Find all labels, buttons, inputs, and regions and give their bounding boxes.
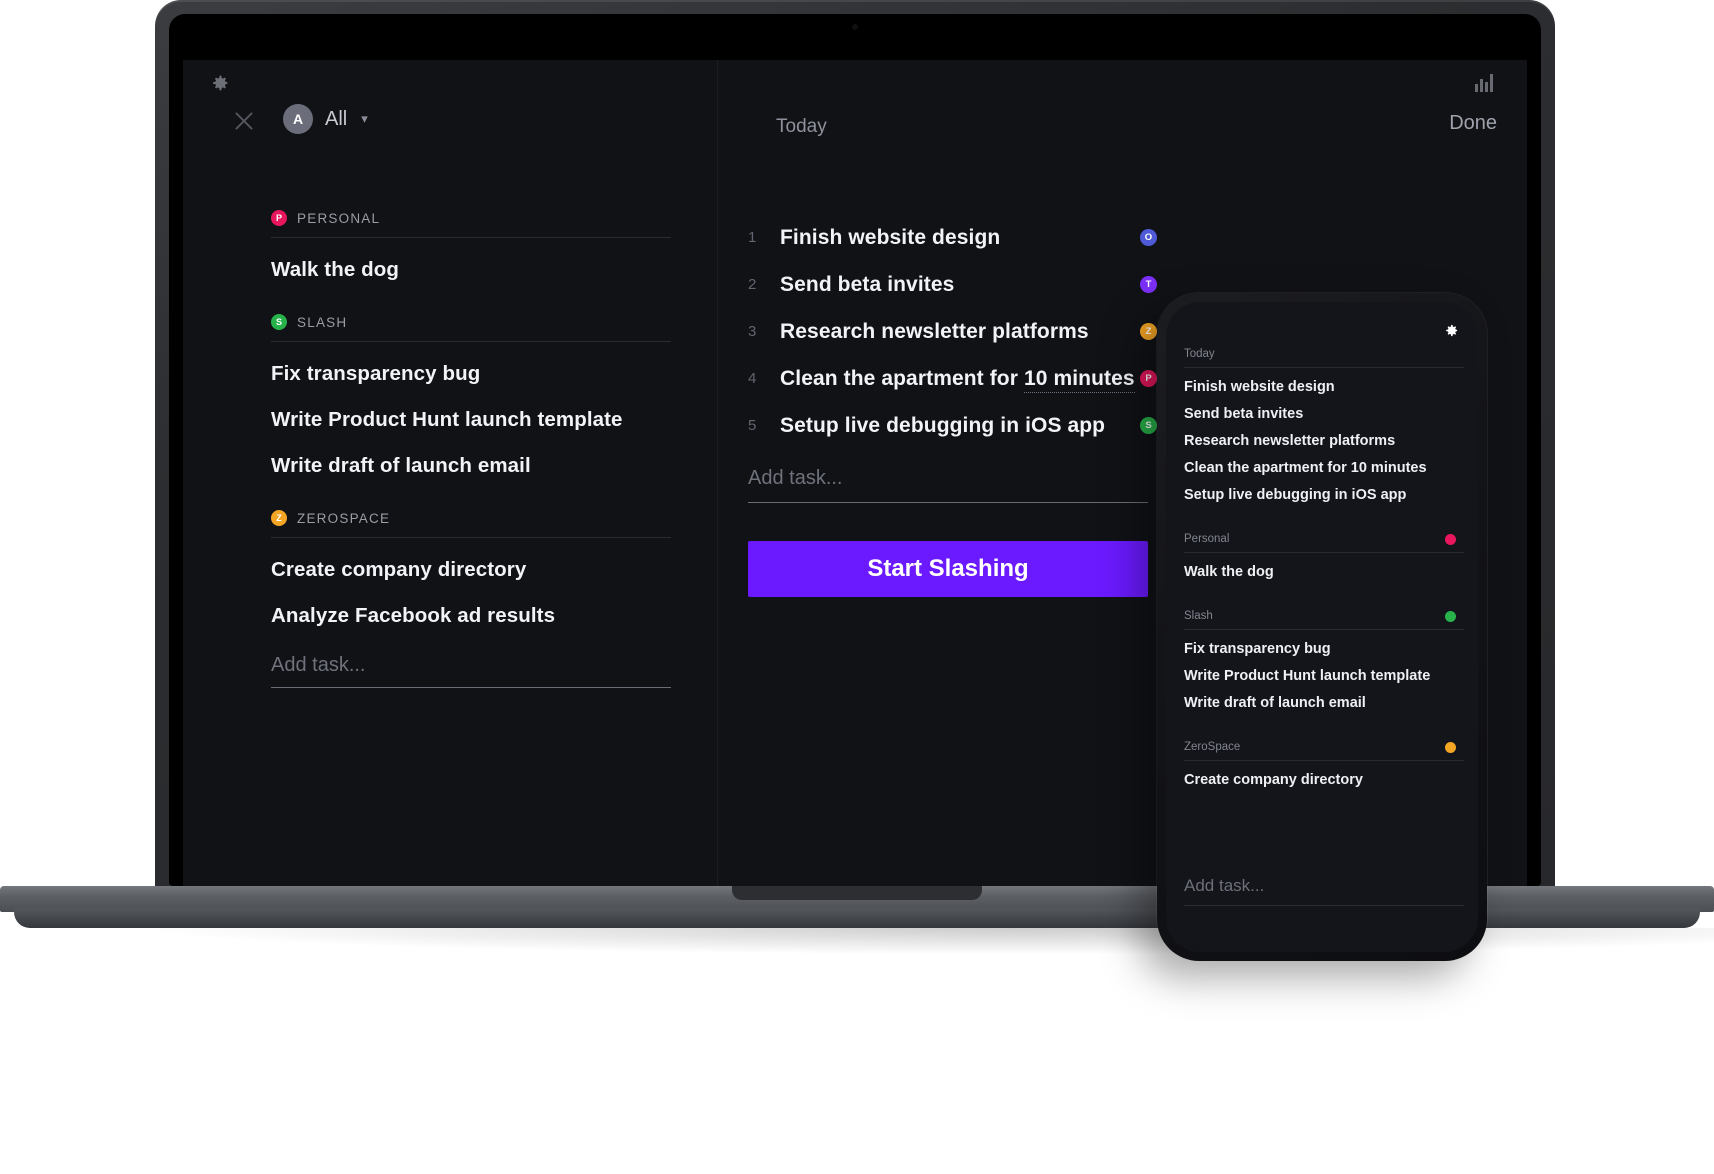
group-color-dot-icon xyxy=(1445,534,1456,545)
sidebar-group-slash: S SLASH Fix transparency bug Write Produ… xyxy=(271,314,671,480)
project-badge-icon: T xyxy=(1140,276,1157,293)
start-slashing-button[interactable]: Start Slashing xyxy=(748,541,1148,597)
task-item[interactable]: Walk the dog xyxy=(271,238,671,284)
group-name: PERSONAL xyxy=(297,210,381,226)
list-item[interactable]: Clean the apartment for 10 minutes xyxy=(1184,449,1464,476)
group-header: Z ZEROSPACE xyxy=(271,510,671,537)
group-name: Today xyxy=(1184,348,1215,360)
task-item[interactable]: Write Product Hunt launch template xyxy=(271,388,671,434)
task-index: 1 xyxy=(748,229,757,246)
phone-group-slash: Slash Fix transparency bug Write Product… xyxy=(1184,610,1464,711)
list-item[interactable]: Write draft of launch email xyxy=(1184,684,1464,711)
task-title-text: Clean the apartment for xyxy=(780,366,1024,390)
list-item[interactable]: Fix transparency bug xyxy=(1184,630,1464,657)
list-item[interactable]: Setup live debugging in iOS app xyxy=(1184,476,1464,503)
task-item[interactable]: Write draft of launch email xyxy=(271,434,671,480)
gear-icon[interactable] xyxy=(209,72,231,94)
add-task-placeholder: Add task... xyxy=(271,654,366,676)
sidebar-add-task-input[interactable]: Add task... xyxy=(271,654,671,688)
task-duration[interactable]: 10 minutes xyxy=(1023,366,1135,393)
scene: A All ▾ P PERSONAL Walk the dog S SLASH … xyxy=(0,0,1714,1174)
table-row[interactable]: 1 Finish website design O xyxy=(748,214,1388,261)
task-index: 2 xyxy=(748,276,757,293)
phone-group-personal: Personal Walk the dog xyxy=(1184,533,1464,580)
avatar: A xyxy=(283,104,313,134)
group-badge-icon: S xyxy=(271,314,287,330)
add-task-placeholder: Add task... xyxy=(1184,876,1265,895)
project-badge-icon: S xyxy=(1140,417,1157,434)
list-item[interactable]: Send beta invites xyxy=(1184,395,1464,422)
group-header: Slash xyxy=(1184,610,1464,629)
task-title: Research newsletter platforms xyxy=(780,319,1089,343)
account-label: All xyxy=(325,107,348,130)
sidebar-group-personal: P PERSONAL Walk the dog xyxy=(271,210,671,284)
sidebar-panel: A All ▾ P PERSONAL Walk the dog S SLASH … xyxy=(183,60,718,886)
list-item[interactable]: Walk the dog xyxy=(1184,553,1464,580)
phone-group-zerospace: ZeroSpace Create company directory xyxy=(1184,741,1464,788)
group-name: ZeroSpace xyxy=(1184,741,1241,753)
gear-icon[interactable] xyxy=(1443,322,1460,339)
sidebar-group-zerospace: Z ZEROSPACE Create company directory Ana… xyxy=(271,510,671,688)
group-name: SLASH xyxy=(297,314,348,330)
task-item[interactable]: Create company directory xyxy=(271,538,671,584)
project-badge-icon: O xyxy=(1140,229,1157,246)
today-add-task-input[interactable]: Add task... xyxy=(748,467,1148,503)
task-item[interactable]: Fix transparency bug xyxy=(271,342,671,388)
chevron-down-icon: ▾ xyxy=(361,111,368,126)
task-index: 3 xyxy=(748,323,757,340)
phone-add-task-input[interactable]: Add task... xyxy=(1184,876,1464,906)
phone-group-today: Today Finish website design Send beta in… xyxy=(1184,348,1464,503)
group-header: Personal xyxy=(1184,533,1464,552)
task-index: 5 xyxy=(748,417,757,434)
input-underline xyxy=(271,687,671,688)
group-color-dot-icon xyxy=(1445,611,1456,622)
group-header: ZeroSpace xyxy=(1184,741,1464,760)
task-title: Setup live debugging in iOS app xyxy=(780,413,1106,437)
phone-app-window: Today Finish website design Send beta in… xyxy=(1166,302,1478,952)
list-item[interactable]: Finish website design xyxy=(1184,368,1464,395)
task-index: 4 xyxy=(748,370,757,387)
phone-device: Today Finish website design Send beta in… xyxy=(1157,293,1487,961)
bar-chart-icon[interactable] xyxy=(1475,74,1497,97)
webcam-icon xyxy=(852,24,858,30)
done-button[interactable]: Done xyxy=(1449,112,1497,135)
group-header: S SLASH xyxy=(271,314,671,341)
task-item[interactable]: Analyze Facebook ad results xyxy=(271,584,671,630)
list-item[interactable]: Write Product Hunt launch template xyxy=(1184,657,1464,684)
laptop-base-notch xyxy=(732,886,982,900)
task-title: Send beta invites xyxy=(780,272,955,296)
task-title: Clean the apartment for 10 minutes xyxy=(780,366,1135,393)
group-header: Today xyxy=(1184,348,1464,367)
group-name: Slash xyxy=(1184,610,1213,622)
sidebar-group-list: P PERSONAL Walk the dog S SLASH Fix tran… xyxy=(271,210,671,718)
input-underline xyxy=(1184,905,1464,906)
group-color-dot-icon xyxy=(1445,742,1456,753)
list-item[interactable]: Research newsletter platforms xyxy=(1184,422,1464,449)
add-task-placeholder: Add task... xyxy=(748,467,843,489)
group-name: ZEROSPACE xyxy=(297,510,391,526)
group-name: Personal xyxy=(1184,533,1230,545)
group-badge-icon: P xyxy=(271,210,287,226)
project-badge-icon: Z xyxy=(1140,323,1157,340)
list-item[interactable]: Create company directory xyxy=(1184,761,1464,788)
task-title: Finish website design xyxy=(780,225,1001,249)
input-underline xyxy=(748,502,1148,503)
phone-group-list: Today Finish website design Send beta in… xyxy=(1184,348,1464,802)
project-badge-icon: P xyxy=(1140,370,1157,387)
close-icon[interactable] xyxy=(231,108,257,134)
account-selector[interactable]: A All ▾ xyxy=(283,104,368,134)
today-header-label: Today xyxy=(776,116,827,137)
group-badge-icon: Z xyxy=(271,510,287,526)
group-header: P PERSONAL xyxy=(271,210,671,237)
